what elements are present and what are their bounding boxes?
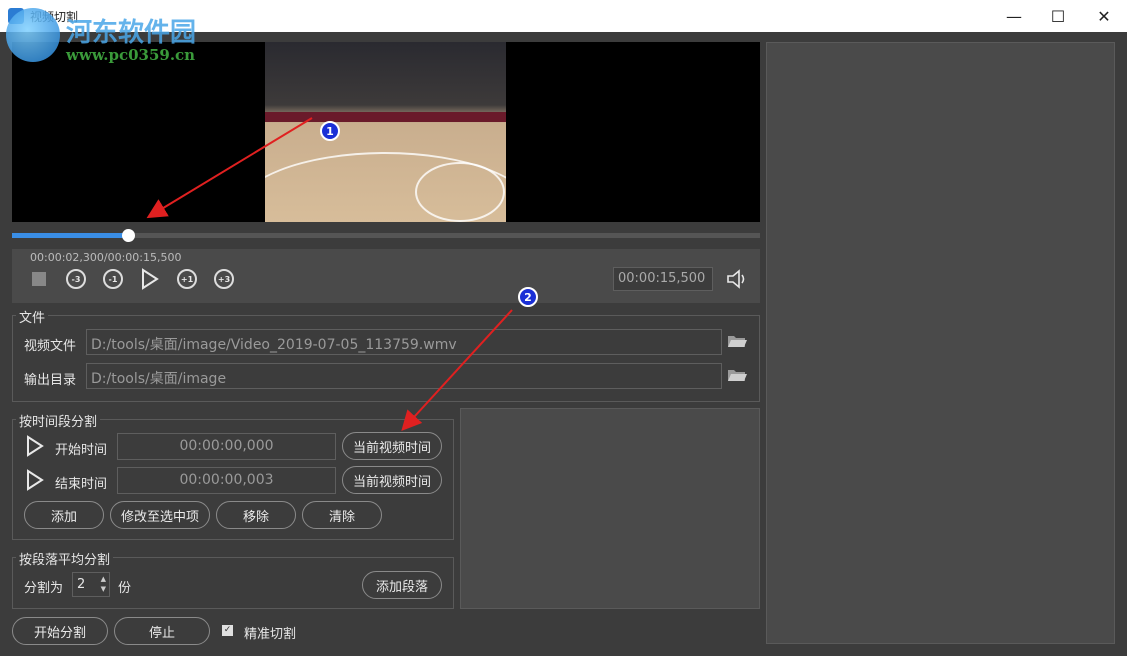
- close-button[interactable]: ✕: [1081, 0, 1127, 32]
- minimize-button[interactable]: —: [991, 0, 1037, 32]
- folder-open-icon[interactable]: [727, 333, 747, 349]
- split-count-value: 2: [77, 577, 86, 592]
- file-group-title: 文件: [16, 307, 49, 326]
- split-unit-label: 份: [118, 581, 132, 596]
- progress-fill: [12, 233, 128, 238]
- watermark-name: 河东软件园: [66, 18, 197, 48]
- precise-cut-label: 精准切割: [244, 627, 297, 642]
- forward-1-icon[interactable]: +1: [174, 266, 200, 292]
- annotation-marker-1: 1: [320, 121, 340, 141]
- video-frame: [265, 42, 506, 222]
- duration-field[interactable]: 00:00:15,500: [613, 267, 713, 291]
- segment-list[interactable]: [460, 408, 760, 609]
- precise-cut-checkbox[interactable]: ✓: [222, 625, 233, 636]
- end-time-field[interactable]: 00:00:00,003: [117, 467, 336, 494]
- folder-open-icon[interactable]: [727, 367, 747, 383]
- avg-split-title: 按段落平均分割: [16, 549, 114, 568]
- video-file-field[interactable]: D:/tools/桌面/image/Video_2019-07-05_11375…: [86, 329, 722, 355]
- maximize-button[interactable]: ☐: [1035, 0, 1081, 32]
- output-dir-field[interactable]: D:/tools/桌面/image: [86, 363, 722, 389]
- end-time-label: 结束时间: [55, 477, 108, 492]
- stop-icon[interactable]: [32, 272, 46, 286]
- progress-handle[interactable]: [121, 229, 135, 242]
- start-time-field[interactable]: 00:00:00,000: [117, 433, 336, 460]
- clear-button[interactable]: 清除: [302, 501, 382, 529]
- start-split-button[interactable]: 开始分割: [12, 617, 108, 645]
- current-time-start-button[interactable]: 当前视频时间: [342, 432, 442, 460]
- play-icon[interactable]: [137, 266, 163, 292]
- remove-button[interactable]: 移除: [216, 501, 296, 529]
- split-count-stepper[interactable]: 2 ▲ ▼: [72, 572, 110, 597]
- play-icon[interactable]: [22, 467, 48, 493]
- split-into-label: 分割为: [24, 581, 64, 596]
- modify-selected-button[interactable]: 修改至选中项: [110, 501, 210, 529]
- watermark-logo: [6, 8, 60, 62]
- play-icon[interactable]: [22, 433, 48, 459]
- court-banner: [265, 112, 506, 122]
- stop-button[interactable]: 停止: [114, 617, 210, 645]
- volume-icon[interactable]: [724, 266, 750, 292]
- add-button[interactable]: 添加: [24, 501, 104, 529]
- output-dir-label: 输出目录: [24, 373, 77, 388]
- rewind-1-icon[interactable]: -1: [100, 266, 126, 292]
- time-position: 00:00:02,300/00:00:15,500: [30, 251, 182, 264]
- current-time-end-button[interactable]: 当前视频时间: [342, 466, 442, 494]
- time-split-title: 按时间段分割: [16, 411, 101, 430]
- video-file-label: 视频文件: [24, 339, 77, 354]
- watermark-url: www.pc0359.cn: [66, 46, 196, 64]
- spinner-arrows-icon[interactable]: ▲ ▼: [101, 574, 106, 594]
- forward-3-icon[interactable]: +3: [211, 266, 237, 292]
- start-time-label: 开始时间: [55, 443, 108, 458]
- court-circle: [415, 162, 505, 222]
- add-paragraph-button[interactable]: 添加段落: [362, 571, 442, 599]
- rewind-3-icon[interactable]: -3: [63, 266, 89, 292]
- annotation-marker-2: 2: [518, 287, 538, 307]
- preview-panel: [766, 42, 1115, 644]
